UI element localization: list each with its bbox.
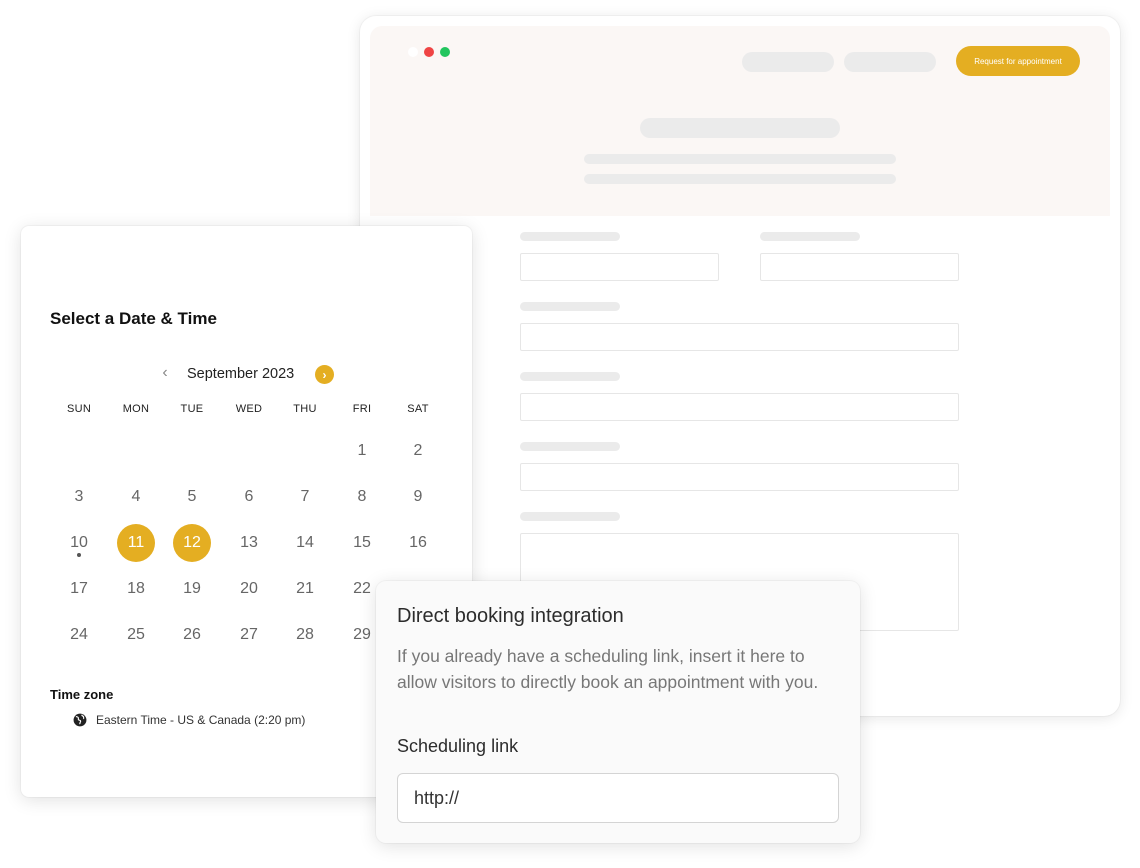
chevron-right-icon[interactable]: › bbox=[315, 365, 334, 384]
calendar-day[interactable]: 21 bbox=[286, 570, 324, 608]
form-input-placeholder[interactable] bbox=[520, 253, 719, 281]
hero-title-placeholder bbox=[640, 118, 840, 138]
calendar-day[interactable]: 18 bbox=[117, 570, 155, 608]
calendar-day[interactable]: 14 bbox=[286, 524, 324, 562]
calendar-day[interactable]: 7 bbox=[286, 478, 324, 516]
nav-placeholder bbox=[742, 52, 834, 72]
weekday-label: MON bbox=[122, 403, 150, 415]
calendar-day[interactable]: 13 bbox=[230, 524, 268, 562]
calendar-day[interactable]: 27 bbox=[230, 616, 268, 654]
calendar-day[interactable]: 2 bbox=[399, 432, 437, 470]
month-label: September 2023 bbox=[187, 366, 295, 382]
scheduling-link-label: Scheduling link bbox=[397, 736, 519, 756]
form-input-placeholder[interactable] bbox=[520, 463, 959, 491]
weekday-label: THU bbox=[293, 403, 317, 415]
form-label-placeholder bbox=[520, 372, 620, 381]
window-close-dot bbox=[424, 47, 434, 57]
form-label-placeholder bbox=[760, 232, 860, 241]
today-indicator bbox=[77, 553, 81, 557]
window-dot-white bbox=[408, 47, 418, 57]
weekday-label: TUE bbox=[180, 403, 204, 415]
weekday-label: WED bbox=[235, 403, 263, 415]
timezone-value: Eastern Time - US & Canada (2:20 pm) bbox=[96, 713, 306, 727]
form-label-placeholder bbox=[520, 302, 620, 311]
form-label-placeholder bbox=[520, 512, 620, 521]
calendar-day[interactable]: 1 bbox=[343, 432, 381, 470]
calendar-day[interactable]: 15 bbox=[343, 524, 381, 562]
hero-text-placeholder bbox=[584, 174, 896, 184]
calendar-day[interactable]: 20 bbox=[230, 570, 268, 608]
calendar-day[interactable]: 3 bbox=[60, 478, 98, 516]
calendar-day[interactable]: 24 bbox=[60, 616, 98, 654]
timezone-selector[interactable]: Eastern Time - US & Canada (2:20 pm) bbox=[73, 713, 305, 727]
nav-placeholder bbox=[844, 52, 936, 72]
calendar-day[interactable]: 26 bbox=[173, 616, 211, 654]
calendar-title: Select a Date & Time bbox=[50, 309, 217, 328]
calendar-day[interactable]: 17 bbox=[60, 570, 98, 608]
calendar-day[interactable]: 16 bbox=[399, 524, 437, 562]
calendar-day-selected[interactable]: 12 bbox=[173, 524, 211, 562]
window-maximize-dot bbox=[440, 47, 450, 57]
calendar-day[interactable]: 5 bbox=[173, 478, 211, 516]
calendar-day-selected[interactable]: 11 bbox=[117, 524, 155, 562]
hero-text-placeholder bbox=[584, 154, 896, 164]
booking-description: If you already have a scheduling link, i… bbox=[397, 646, 819, 692]
calendar-day[interactable]: 19 bbox=[173, 570, 211, 608]
form-label-placeholder bbox=[520, 442, 620, 451]
calendar-day[interactable]: 25 bbox=[117, 616, 155, 654]
form-input-placeholder[interactable] bbox=[520, 393, 959, 421]
calendar-day[interactable]: 6 bbox=[230, 478, 268, 516]
weekday-label: SUN bbox=[66, 403, 92, 415]
calendar-day[interactable]: 9 bbox=[399, 478, 437, 516]
booking-title: Direct booking integration bbox=[397, 605, 624, 627]
chevron-left-icon[interactable]: ‹ bbox=[158, 364, 172, 382]
calendar-day[interactable]: 4 bbox=[117, 478, 155, 516]
globe-icon bbox=[73, 713, 87, 727]
calendar-day[interactable]: 28 bbox=[286, 616, 324, 654]
timezone-title: Time zone bbox=[50, 687, 114, 702]
form-label-placeholder bbox=[520, 232, 620, 241]
weekday-label: FRI bbox=[352, 403, 372, 415]
form-input-placeholder[interactable] bbox=[520, 323, 959, 351]
request-appointment-button[interactable]: Request for appointment bbox=[956, 46, 1080, 76]
scheduling-link-input[interactable] bbox=[397, 773, 839, 823]
form-input-placeholder[interactable] bbox=[760, 253, 959, 281]
booking-integration-card: Direct booking integration If you alread… bbox=[376, 581, 860, 843]
calendar-day[interactable]: 8 bbox=[343, 478, 381, 516]
weekday-label: SAT bbox=[407, 403, 429, 415]
hero-section: Request for appointment bbox=[370, 26, 1110, 216]
